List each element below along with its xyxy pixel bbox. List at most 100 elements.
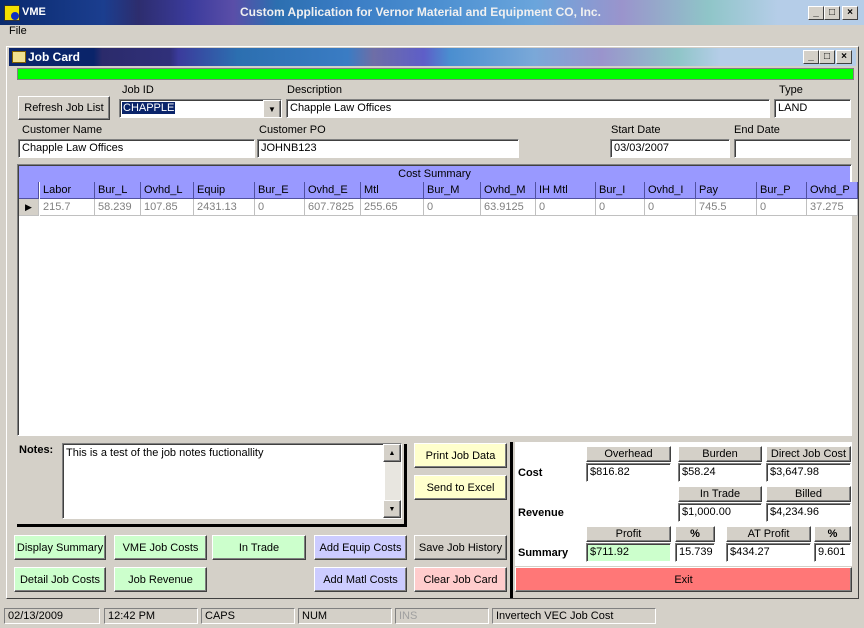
billed-field[interactable]: $4,234.96 — [766, 503, 851, 522]
send-to-excel-button[interactable]: Send to Excel — [414, 475, 507, 500]
profit-pct-field[interactable]: 15.739 — [675, 543, 715, 562]
summary-label: Summary — [518, 547, 569, 559]
job-id-label: Job ID — [122, 84, 154, 96]
grid-header-cell[interactable]: Ovhd_P — [807, 182, 858, 199]
status-time: 12:42 PM — [104, 608, 198, 624]
app-title: Custom Application for Vernor Material a… — [240, 5, 601, 19]
start-date-field[interactable]: 03/03/2007 — [610, 139, 730, 158]
exit-button[interactable]: Exit — [515, 567, 852, 592]
grid-cell[interactable]: 37.275 — [807, 199, 858, 216]
app-icon — [4, 5, 20, 21]
grid-header-cell[interactable]: Mtl — [361, 182, 424, 199]
status-caps: CAPS — [201, 608, 295, 624]
job-id-value: CHAPPLE — [122, 102, 176, 114]
cost-label: Cost — [518, 467, 543, 479]
status-product: Invertech VEC Job Cost — [492, 608, 656, 624]
burden-field[interactable]: $58.24 — [678, 463, 762, 482]
end-date-field[interactable] — [734, 139, 851, 158]
customer-po-field[interactable]: JOHNB123 — [257, 139, 519, 158]
scroll-down-icon[interactable]: ▼ — [383, 500, 401, 518]
grid-header-cell[interactable]: Labor — [40, 182, 95, 199]
at-profit-pct-field[interactable]: 9.601 — [814, 543, 851, 562]
type-field[interactable]: LAND — [774, 99, 851, 118]
grid-header-cell[interactable]: Bur_L — [95, 182, 141, 199]
direct-job-cost-field[interactable]: $3,647.98 — [766, 463, 851, 482]
grid-cell[interactable]: 0 — [424, 199, 481, 216]
display-summary-button[interactable]: Display Summary — [14, 535, 106, 560]
grid-cell[interactable]: 745.5 — [696, 199, 757, 216]
job-card-title-bar — [9, 48, 856, 66]
job-card-title: Job Card — [28, 50, 81, 64]
grid-header-cell[interactable]: Bur_M — [424, 182, 481, 199]
save-job-history-button[interactable]: Save Job History — [414, 535, 507, 560]
menu-file[interactable]: File — [9, 25, 27, 37]
notes-bottom-divider — [17, 524, 407, 527]
progress-bar — [17, 68, 854, 80]
job-revenue-button[interactable]: Job Revenue — [114, 567, 207, 592]
direct-job-cost-header: Direct Job Cost — [766, 446, 851, 462]
grid-cell[interactable]: 0 — [536, 199, 596, 216]
app-maximize-button[interactable]: □ — [824, 6, 840, 20]
status-date: 02/13/2009 — [4, 608, 100, 624]
add-matl-costs-button[interactable]: Add Matl Costs — [314, 567, 407, 592]
app-close-button[interactable]: × — [842, 6, 858, 20]
grid-cell[interactable]: 255.65 — [361, 199, 424, 216]
in-trade-field[interactable]: $1,000.00 — [678, 503, 762, 522]
description-field[interactable]: Chapple Law Offices — [286, 99, 770, 118]
notes-text: This is a test of the job notes fuctiona… — [66, 447, 264, 459]
burden-header: Burden — [678, 446, 762, 462]
profit-pct-header: % — [675, 526, 715, 542]
vme-job-costs-button[interactable]: VME Job Costs — [114, 535, 207, 560]
grid-header-cell[interactable]: Ovhd_I — [645, 182, 696, 199]
grid-header-cell[interactable]: IH Mtl — [536, 182, 596, 199]
child-close-button[interactable]: × — [836, 50, 852, 64]
scroll-up-icon[interactable]: ▲ — [383, 444, 401, 462]
refresh-job-list-button[interactable]: Refresh Job List — [18, 96, 110, 120]
grid-header-cell[interactable]: Equip — [194, 182, 255, 199]
grid-cell[interactable]: 0 — [596, 199, 645, 216]
grid-header-cell[interactable]: Bur_I — [596, 182, 645, 199]
grid-cell[interactable]: 607.7825 — [305, 199, 361, 216]
at-profit-field[interactable]: $434.27 — [726, 543, 811, 562]
grid-cell[interactable]: 63.9125 — [481, 199, 536, 216]
customer-name-field[interactable]: Chapple Law Offices — [18, 139, 255, 158]
profit-field[interactable]: $711.92 — [586, 543, 671, 562]
detail-job-costs-button[interactable]: Detail Job Costs — [14, 567, 106, 592]
notes-right-divider — [404, 444, 407, 526]
status-num: NUM — [298, 608, 392, 624]
grid-cell[interactable]: 58.239 — [95, 199, 141, 216]
child-maximize-button[interactable]: □ — [819, 50, 835, 64]
grid-header-cell[interactable]: Ovhd_L — [141, 182, 194, 199]
overhead-field[interactable]: $816.82 — [586, 463, 671, 482]
grid-corner-header — [19, 182, 39, 199]
at-profit-header: AT Profit — [726, 526, 811, 542]
print-job-data-button[interactable]: Print Job Data — [414, 443, 507, 468]
customer-po-label: Customer PO — [259, 124, 326, 136]
add-equip-costs-button[interactable]: Add Equip Costs — [314, 535, 407, 560]
chevron-down-icon[interactable]: ▼ — [263, 100, 281, 117]
row-selector-icon[interactable]: ▶ — [19, 199, 39, 216]
revenue-label: Revenue — [518, 507, 564, 519]
grid-header-cell[interactable]: Bur_P — [757, 182, 807, 199]
job-id-select[interactable]: CHAPPLE ▼ — [119, 99, 282, 118]
in-trade-button[interactable]: In Trade — [212, 535, 306, 560]
grid-cell[interactable]: 2431.13 — [194, 199, 255, 216]
grid-cell[interactable]: 107.85 — [141, 199, 194, 216]
status-ins: INS — [395, 608, 489, 624]
clear-job-card-button[interactable]: Clear Job Card — [414, 567, 507, 592]
grid-cell[interactable]: 0 — [645, 199, 696, 216]
start-date-label: Start Date — [611, 124, 661, 136]
app-minimize-button[interactable]: _ — [808, 6, 824, 20]
grid-header-cell[interactable]: Bur_E — [255, 182, 305, 199]
summary-divider — [510, 442, 513, 598]
grid-header-cell[interactable]: Pay — [696, 182, 757, 199]
form-icon — [12, 51, 26, 63]
app-short-name: VME — [22, 6, 46, 18]
child-minimize-button[interactable]: _ — [803, 50, 819, 64]
notes-textarea[interactable]: This is a test of the job notes fuctiona… — [62, 443, 402, 519]
grid-header-cell[interactable]: Ovhd_E — [305, 182, 361, 199]
grid-cell[interactable]: 0 — [757, 199, 807, 216]
grid-cell[interactable]: 215.7 — [40, 199, 95, 216]
grid-header-cell[interactable]: Ovhd_M — [481, 182, 536, 199]
grid-cell[interactable]: 0 — [255, 199, 305, 216]
